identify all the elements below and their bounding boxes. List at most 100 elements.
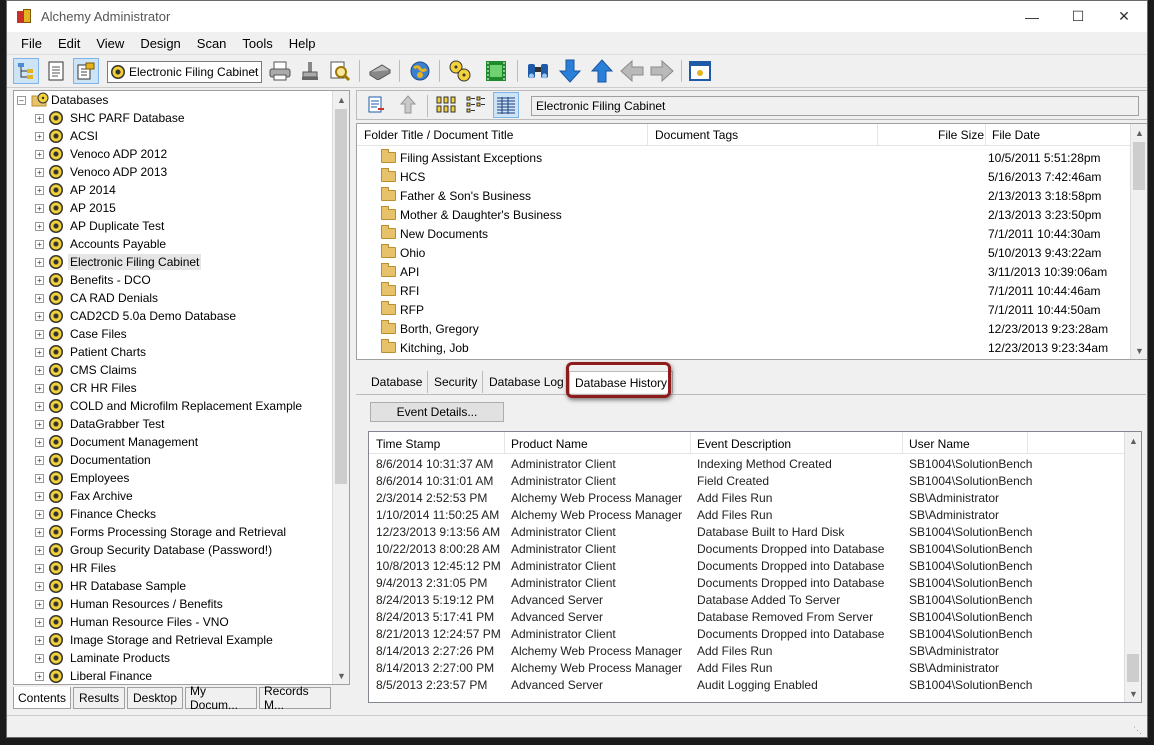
tree-scroll-thumb[interactable]: [335, 109, 347, 484]
expand-icon[interactable]: +: [35, 509, 44, 519]
menu-view[interactable]: View: [88, 36, 132, 51]
event-details-button[interactable]: Event Details...: [370, 402, 504, 422]
scroll-down-icon[interactable]: ▼: [333, 667, 349, 684]
menu-help[interactable]: Help: [281, 36, 324, 51]
history-row[interactable]: 8/6/2014 10:31:37 AM Administrator Client…: [369, 456, 1125, 473]
history-row[interactable]: 8/14/2013 2:27:26 PM Alchemy Web Process …: [369, 643, 1125, 660]
expand-icon[interactable]: +: [35, 581, 44, 591]
tree-item[interactable]: + Human Resources / Benefits: [35, 595, 225, 613]
expand-icon[interactable]: +: [35, 491, 44, 501]
expand-icon[interactable]: +: [35, 527, 44, 537]
col-user-name[interactable]: User Name: [909, 437, 970, 451]
col-title[interactable]: Folder Title / Document Title: [364, 128, 513, 142]
tree-item[interactable]: + HR Database Sample: [35, 577, 188, 595]
tree-item[interactable]: + DataGrabber Test: [35, 415, 167, 433]
tree-item[interactable]: + CAD2CD 5.0a Demo Database: [35, 307, 238, 325]
expand-icon[interactable]: +: [35, 203, 44, 213]
tree-item[interactable]: + Patient Charts: [35, 343, 148, 361]
printer-icon[interactable]: [267, 58, 293, 84]
tree-item[interactable]: + SHC PARF Database: [35, 109, 187, 127]
expand-icon[interactable]: +: [35, 347, 44, 357]
expand-icon[interactable]: +: [35, 167, 44, 177]
close-button[interactable]: ✕: [1101, 1, 1147, 32]
tab-database[interactable]: Database: [366, 371, 429, 393]
menu-tools[interactable]: Tools: [234, 36, 280, 51]
expand-icon[interactable]: +: [35, 311, 44, 321]
globe-icon[interactable]: [407, 58, 433, 84]
tree-item[interactable]: + AP 2015: [35, 199, 118, 217]
expand-icon[interactable]: +: [35, 545, 44, 555]
expand-icon[interactable]: +: [35, 437, 44, 447]
expand-icon[interactable]: +: [35, 221, 44, 231]
tab-database-log[interactable]: Database Log: [484, 371, 570, 393]
tree-item[interactable]: + Forms Processing Storage and Retrieval: [35, 523, 288, 541]
scroll-down-icon[interactable]: ▼: [1125, 685, 1141, 702]
up-folder-icon[interactable]: [395, 92, 421, 118]
expand-icon[interactable]: +: [35, 419, 44, 429]
tree-item[interactable]: + CR HR Files: [35, 379, 139, 397]
menu-edit[interactable]: Edit: [50, 36, 88, 51]
file-row[interactable]: Ohio 5/10/2013 9:43:22am: [381, 243, 1131, 262]
database-combo[interactable]: Electronic Filing Cabinet ⌵: [107, 61, 262, 83]
expand-icon[interactable]: +: [35, 275, 44, 285]
history-row[interactable]: 10/22/2013 8:00:28 AM Administrator Clien…: [369, 541, 1125, 558]
file-row[interactable]: New Documents 7/1/2011 10:44:30am: [381, 224, 1131, 243]
col-event-description[interactable]: Event Description: [697, 437, 791, 451]
history-row[interactable]: 12/23/2013 9:13:56 AM Administrator Clien…: [369, 524, 1125, 541]
history-row[interactable]: 8/24/2013 5:19:12 PM Advanced Server Datab…: [369, 592, 1125, 609]
history-row[interactable]: 8/14/2013 2:27:00 PM Alchemy Web Process …: [369, 660, 1125, 677]
tree-item[interactable]: + Benefits - DCO: [35, 271, 153, 289]
scroll-down-icon[interactable]: ▼: [1131, 342, 1147, 359]
menu-design[interactable]: Design: [132, 36, 188, 51]
history-scrollbar[interactable]: ▲ ▼: [1124, 432, 1141, 702]
tree-item[interactable]: + Human Resource Files - VNO: [35, 613, 231, 631]
history-row[interactable]: 2/3/2014 2:52:53 PM Alchemy Web Process M…: [369, 490, 1125, 507]
arrow-up-icon[interactable]: [589, 58, 615, 84]
expand-icon[interactable]: +: [35, 257, 44, 267]
expand-icon[interactable]: +: [35, 149, 44, 159]
minimize-button[interactable]: —: [1009, 1, 1055, 32]
list-view-icon[interactable]: [463, 92, 489, 118]
tree-item[interactable]: + Group Security Database (Password!): [35, 541, 274, 559]
history-list[interactable]: Time Stamp Product Name Event Descriptio…: [368, 431, 1142, 703]
expand-icon[interactable]: +: [35, 455, 44, 465]
maximize-button[interactable]: ☐: [1055, 1, 1101, 32]
collapse-icon[interactable]: –: [17, 95, 26, 105]
document-icon[interactable]: [43, 58, 69, 84]
tree-item[interactable]: + Document Management: [35, 433, 200, 451]
file-row[interactable]: API 3/11/2013 10:39:06am: [381, 262, 1131, 281]
tab-database-history[interactable]: Database History: [569, 371, 674, 393]
expand-icon[interactable]: +: [35, 239, 44, 249]
tree-item[interactable]: + ACSI: [35, 127, 100, 145]
history-row[interactable]: 10/8/2013 12:45:12 PM Administrator Clien…: [369, 558, 1125, 575]
expand-icon[interactable]: +: [35, 617, 44, 627]
tree-item[interactable]: + Laminate Products: [35, 649, 172, 667]
window-icon[interactable]: [687, 58, 713, 84]
col-date[interactable]: File Date: [992, 128, 1040, 142]
tree-root[interactable]: – Databases: [17, 91, 110, 109]
expand-icon[interactable]: +: [35, 113, 44, 123]
resize-grip-icon[interactable]: ⋱: [1133, 725, 1143, 735]
scanner-icon[interactable]: [367, 58, 393, 84]
tab-results[interactable]: Results: [73, 687, 125, 709]
menu-scan[interactable]: Scan: [189, 36, 235, 51]
expand-icon[interactable]: +: [35, 671, 44, 681]
scroll-up-icon[interactable]: ▲: [1125, 432, 1141, 449]
tree-item[interactable]: + Documentation: [35, 451, 153, 469]
history-row[interactable]: 1/10/2014 11:50:25 AM Alchemy Web Process…: [369, 507, 1125, 524]
tree-view-icon[interactable]: [13, 58, 39, 84]
tree-item[interactable]: + Employees: [35, 469, 131, 487]
file-row[interactable]: Mother & Daughter's Business 2/13/2013 3:…: [381, 205, 1131, 224]
file-list[interactable]: Folder Title / Document Title Document T…: [356, 123, 1147, 360]
expand-icon[interactable]: +: [35, 599, 44, 609]
scroll-up-icon[interactable]: ▲: [333, 91, 349, 108]
history-row[interactable]: 8/24/2013 5:17:41 PM Advanced Server Datab…: [369, 609, 1125, 626]
file-row[interactable]: HCS 5/16/2013 7:42:46am: [381, 167, 1131, 186]
history-row[interactable]: 8/21/2013 12:24:57 PM Administrator Clien…: [369, 626, 1125, 643]
tree-item[interactable]: + AP 2014: [35, 181, 118, 199]
expand-icon[interactable]: +: [35, 473, 44, 483]
expand-icon[interactable]: +: [35, 329, 44, 339]
stamp-icon[interactable]: [297, 58, 323, 84]
tree-item[interactable]: + AP Duplicate Test: [35, 217, 166, 235]
binoculars-icon[interactable]: [525, 58, 551, 84]
